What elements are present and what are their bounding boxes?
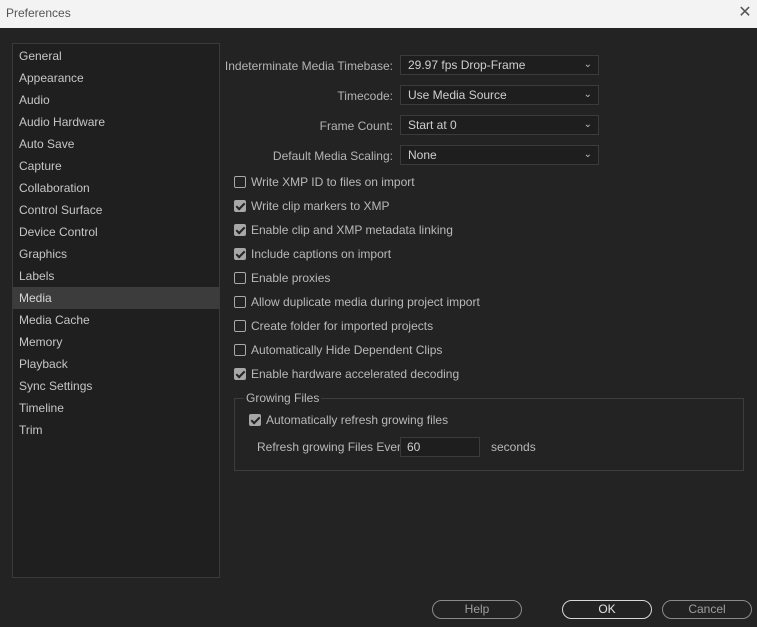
- checkbox[interactable]: [234, 344, 246, 356]
- option-write-xmp-id[interactable]: Write XMP ID to files on import: [234, 174, 415, 190]
- checkbox[interactable]: [234, 296, 246, 308]
- checkbox[interactable]: [234, 272, 246, 284]
- frame-count-label: Frame Count:: [319, 119, 393, 133]
- cancel-button[interactable]: Cancel: [662, 600, 752, 619]
- chevron-down-icon: ⌄: [583, 119, 592, 130]
- frame-count-value: Start at 0: [408, 118, 457, 132]
- option-write-clip-markers[interactable]: Write clip markers to XMP: [234, 198, 389, 214]
- option-label: Enable hardware accelerated decoding: [251, 367, 460, 381]
- refresh-unit-label: seconds: [491, 440, 536, 454]
- option-allow-duplicate-media[interactable]: Allow duplicate media during project imp…: [234, 294, 480, 310]
- checkbox[interactable]: [234, 320, 246, 332]
- ok-button[interactable]: OK: [562, 600, 652, 619]
- option-metadata-linking[interactable]: Enable clip and XMP metadata linking: [234, 222, 453, 238]
- checkbox[interactable]: [234, 200, 246, 212]
- media-settings-panel: Indeterminate Media Timebase: 29.97 fps …: [0, 0, 757, 627]
- option-create-folder[interactable]: Create folder for imported projects: [234, 318, 433, 334]
- option-label: Allow duplicate media during project imp…: [251, 295, 480, 309]
- timecode-dropdown[interactable]: Use Media Source ⌄: [400, 85, 599, 105]
- timecode-value: Use Media Source: [408, 88, 507, 102]
- chevron-down-icon: ⌄: [583, 89, 592, 100]
- refresh-interval-input[interactable]: 60: [400, 437, 480, 457]
- option-label: Create folder for imported projects: [251, 319, 434, 333]
- checkbox[interactable]: [234, 248, 246, 260]
- timebase-value: 29.97 fps Drop-Frame: [408, 58, 526, 72]
- scaling-dropdown[interactable]: None ⌄: [400, 145, 599, 165]
- option-label: Enable proxies: [251, 271, 331, 285]
- option-label: Write clip markers to XMP: [251, 199, 390, 213]
- option-include-captions[interactable]: Include captions on import: [234, 246, 391, 262]
- checkbox[interactable]: [234, 176, 246, 188]
- option-auto-refresh-growing[interactable]: Automatically refresh growing files: [249, 412, 448, 428]
- checkbox[interactable]: [234, 224, 246, 236]
- option-label: Enable clip and XMP metadata linking: [251, 223, 453, 237]
- checkbox[interactable]: [249, 414, 261, 426]
- option-enable-proxies[interactable]: Enable proxies: [234, 270, 330, 286]
- chevron-down-icon: ⌄: [583, 149, 592, 160]
- help-button[interactable]: Help: [432, 600, 522, 619]
- checkbox[interactable]: [234, 368, 246, 380]
- option-hide-dependent-clips[interactable]: Automatically Hide Dependent Clips: [234, 342, 442, 358]
- refresh-interval-label: Refresh growing Files Every: [257, 440, 408, 454]
- option-label: Automatically refresh growing files: [266, 413, 449, 427]
- frame-count-dropdown[interactable]: Start at 0 ⌄: [400, 115, 599, 135]
- timebase-dropdown[interactable]: 29.97 fps Drop-Frame ⌄: [400, 55, 599, 75]
- growing-files-title: Growing Files: [244, 391, 322, 405]
- scaling-value: None: [408, 148, 437, 162]
- scaling-label: Default Media Scaling:: [272, 149, 393, 163]
- option-label: Include captions on import: [251, 247, 392, 261]
- timebase-label: Indeterminate Media Timebase:: [224, 59, 393, 73]
- timecode-label: Timecode:: [337, 89, 393, 103]
- option-label: Write XMP ID to files on import: [251, 175, 415, 189]
- option-hardware-decoding[interactable]: Enable hardware accelerated decoding: [234, 366, 459, 382]
- chevron-down-icon: ⌄: [583, 59, 592, 70]
- option-label: Automatically Hide Dependent Clips: [251, 343, 443, 357]
- growing-files-group: [234, 398, 744, 471]
